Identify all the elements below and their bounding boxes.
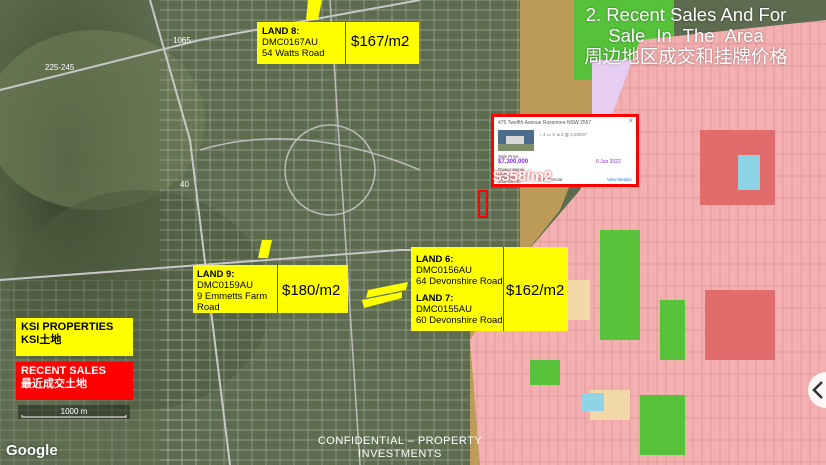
view-details-link[interactable]: View Details xyxy=(607,177,632,182)
land-8-price: $167/m2 xyxy=(351,33,410,50)
divider xyxy=(277,265,278,313)
zone-green xyxy=(600,230,640,340)
zone-green xyxy=(660,300,685,360)
title-line-2: Sale In The Area xyxy=(608,25,764,46)
zone-red-block xyxy=(705,290,775,360)
land-7-name: LAND 7: xyxy=(416,293,454,304)
legend-recent-cn: 最近成交土地 xyxy=(21,378,87,390)
recent-sale-price-per-m2: $358/m2 xyxy=(493,168,553,185)
land-7-address: 60 Devonshire Road xyxy=(416,315,503,326)
confidential-footer: CONFIDENTIAL – PROPERTY INVESTMENTS xyxy=(300,435,500,461)
page-title: 2. Recent Sales And For Sale In The Area… xyxy=(548,4,824,67)
zone-blue xyxy=(738,155,760,190)
close-icon[interactable]: × xyxy=(629,118,633,125)
road-label: 1065 xyxy=(173,36,191,45)
divider xyxy=(345,22,346,64)
zone-green xyxy=(640,395,685,455)
legend-ksi: KSI PROPERTIES KSI土地 xyxy=(16,318,133,356)
map-attribution: Google xyxy=(6,442,58,459)
land-9-label[interactable]: LAND 9: DMC0159AU 9 Emmetts Farm Road $1… xyxy=(193,265,348,313)
recent-sale-parcel-highlight[interactable] xyxy=(478,190,488,218)
land-9-code: DMC0159AU xyxy=(197,280,253,291)
legend-ksi-cn: KSI土地 xyxy=(21,334,62,346)
chevron-right-icon[interactable] xyxy=(800,370,826,410)
land-9-name: LAND 9: xyxy=(197,269,235,280)
title-line-3: 周边地区成交和挂牌价格 xyxy=(584,46,788,67)
land-8-address: 54 Watts Road xyxy=(262,48,325,59)
scale-bar: 1000 m xyxy=(18,405,130,419)
land-6-address: 64 Devonshire Road xyxy=(416,276,503,287)
legend-ksi-en: KSI PROPERTIES xyxy=(21,321,114,333)
land-6-name: LAND 6: xyxy=(416,254,454,265)
sale-price: $7,300,000 xyxy=(498,159,529,165)
footer-line-1: CONFIDENTIAL – PROPERTY xyxy=(317,435,483,447)
land-6-7-label[interactable]: LAND 6: DMC0156AU 64 Devonshire Road LAN… xyxy=(411,247,568,331)
footer-line-2: INVESTMENTS xyxy=(358,448,442,460)
zone-blue xyxy=(582,393,604,411)
divider xyxy=(503,247,504,331)
land-8-code: DMC0167AU xyxy=(262,37,318,48)
legend-recent-en: RECENT SALES xyxy=(21,365,106,377)
land-9-address-line-1: 9 Emmetts Farm xyxy=(197,291,268,302)
land-6-7-price: $162/m2 xyxy=(506,282,565,299)
land-8-name: LAND 8: xyxy=(262,26,300,37)
title-line-1: 2. Recent Sales And For xyxy=(585,4,787,25)
land-9-address-line-2: Road xyxy=(197,302,220,313)
zone-green xyxy=(530,360,560,385)
parcel-grid xyxy=(160,0,520,465)
popup-address: 475 Twelfth Avenue Rossmore NSW 2557 xyxy=(498,120,592,126)
property-photo xyxy=(498,130,534,151)
land-7-code: DMC0155AU xyxy=(416,304,472,315)
scale-label: 1000 m xyxy=(61,407,88,416)
road-label: 40 xyxy=(180,180,189,189)
land-6-code: DMC0156AU xyxy=(416,265,472,276)
road-label: 225-245 xyxy=(45,63,75,72)
sale-date: 6 Jun 2022 xyxy=(596,159,621,165)
legend-recent: RECENT SALES 最近成交土地 xyxy=(16,362,133,400)
zone-red-block xyxy=(700,130,775,205)
land-8-label[interactable]: LAND 8: DMC0167AU 54 Watts Road $167/m2 xyxy=(257,22,419,64)
land-9-price: $180/m2 xyxy=(282,282,341,299)
property-features: ⌂ 4 ▭ 4 ⇲ 2 ▥ 2,200m² xyxy=(539,132,587,137)
